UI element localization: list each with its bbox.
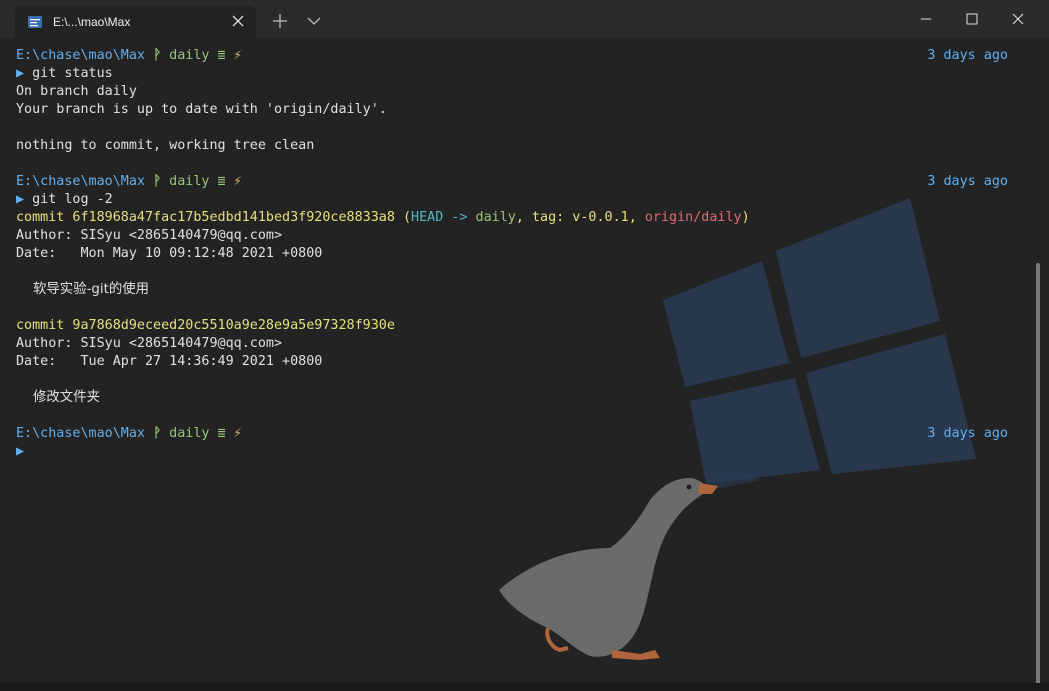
author-line: Author: SISyu <2865140479@qq.com> — [16, 336, 283, 351]
prompt-arrow-icon: ▶ — [16, 66, 25, 81]
command-text: git status — [32, 66, 113, 81]
command-line: ▶ git status — [16, 65, 1016, 83]
prompt-line: E:\chase\mao\Max ᚹ daily ≣ ⚡ 3 days ago — [16, 425, 1016, 443]
window-bottom-edge — [0, 683, 1049, 691]
prompt-time: 3 days ago — [927, 48, 1008, 63]
git-branch-icon: ᚹ — [153, 48, 162, 63]
separator: , — [515, 210, 532, 225]
terminal-output: E:\chase\mao\Max ᚹ daily ≣ ⚡ 3 days ago ▶… — [16, 47, 1016, 461]
prompt-path: E:\chase\mao\Max — [16, 48, 145, 63]
git-branch-icon: ᚹ — [153, 174, 162, 189]
bolt-icon: ⚡ — [233, 426, 242, 441]
prompt-line: E:\chase\mao\Max ᚹ daily ≣ ⚡ 3 days ago — [16, 173, 1016, 191]
commit-line: commit 9a7868d9eceed20c5510a9e28e9a5e973… — [16, 318, 395, 333]
tag-ref: tag: v-0.0.1 — [531, 210, 629, 225]
head-ref: HEAD -> — [411, 210, 476, 225]
stash-icon: ≣ — [217, 48, 226, 63]
date-line: Date: Mon May 10 09:12:48 2021 +0800 — [16, 246, 323, 261]
date-line: Date: Tue Apr 27 14:36:49 2021 +0800 — [16, 354, 323, 369]
commit-line: commit 6f18968a47fac17b5edbd141bed3f920c… — [16, 209, 1016, 227]
tab-terminal[interactable]: E:\...\mao\Max — [15, 6, 256, 38]
command-text: git log -2 — [32, 192, 113, 207]
output-line: On branch daily — [16, 84, 137, 99]
separator: , — [628, 210, 645, 225]
prompt-time: 3 days ago — [927, 426, 1008, 441]
stash-icon: ≣ — [217, 426, 226, 441]
prompt-branch: daily — [169, 426, 210, 441]
maximize-icon — [966, 13, 978, 25]
bolt-icon: ⚡ — [233, 174, 242, 189]
paren: ( — [402, 210, 412, 225]
tab-title: E:\...\mao\Max — [53, 15, 131, 29]
minimize-icon — [921, 18, 931, 20]
prompt-path: E:\chase\mao\Max — [16, 426, 145, 441]
minimize-button[interactable] — [903, 0, 949, 38]
close-tab-icon[interactable] — [230, 13, 246, 29]
commit-message: 软导实验-git的使用 — [16, 282, 150, 297]
git-branch-icon: ᚹ — [153, 426, 162, 441]
bolt-icon: ⚡ — [233, 48, 242, 63]
command-line: ▶ git log -2 — [16, 191, 1016, 209]
prompt-line: E:\chase\mao\Max ᚹ daily ≣ ⚡ 3 days ago — [16, 47, 1016, 65]
prompt-branch: daily — [169, 48, 210, 63]
plus-icon[interactable] — [271, 12, 289, 30]
author-line: Author: SISyu <2865140479@qq.com> — [16, 228, 283, 243]
terminal-pane[interactable]: E:\chase\mao\Max ᚹ daily ≣ ⚡ 3 days ago ▶… — [0, 38, 1049, 691]
terminal-window: E:\...\mao\Max E:\chase\mao\Max ᚹ daily … — [0, 0, 1049, 691]
paren: ) — [741, 210, 750, 225]
prompt-branch: daily — [169, 174, 210, 189]
output-line: Your branch is up to date with 'origin/d… — [16, 102, 387, 117]
terminal-icon — [28, 16, 42, 28]
chevron-down-icon[interactable] — [305, 12, 323, 30]
branch-ref: daily — [475, 210, 516, 225]
maximize-button[interactable] — [949, 0, 995, 38]
title-bar: E:\...\mao\Max — [0, 0, 1049, 38]
commit-hash: commit 6f18968a47fac17b5edbd141bed3f920c… — [16, 210, 403, 225]
output-line: nothing to commit, working tree clean — [16, 138, 315, 153]
close-window-button[interactable] — [995, 0, 1041, 38]
origin-ref: origin/daily — [644, 210, 742, 225]
prompt-arrow-icon: ▶ — [16, 192, 25, 207]
input-line[interactable]: ▶ — [16, 443, 1016, 461]
prompt-time: 3 days ago — [927, 174, 1008, 189]
prompt-path: E:\chase\mao\Max — [16, 174, 145, 189]
commit-message: 修改文件夹 — [16, 390, 100, 405]
prompt-arrow-icon: ▶ — [16, 444, 25, 459]
scrollbar[interactable] — [1036, 263, 1040, 691]
close-icon — [1012, 13, 1024, 25]
stash-icon: ≣ — [217, 174, 226, 189]
